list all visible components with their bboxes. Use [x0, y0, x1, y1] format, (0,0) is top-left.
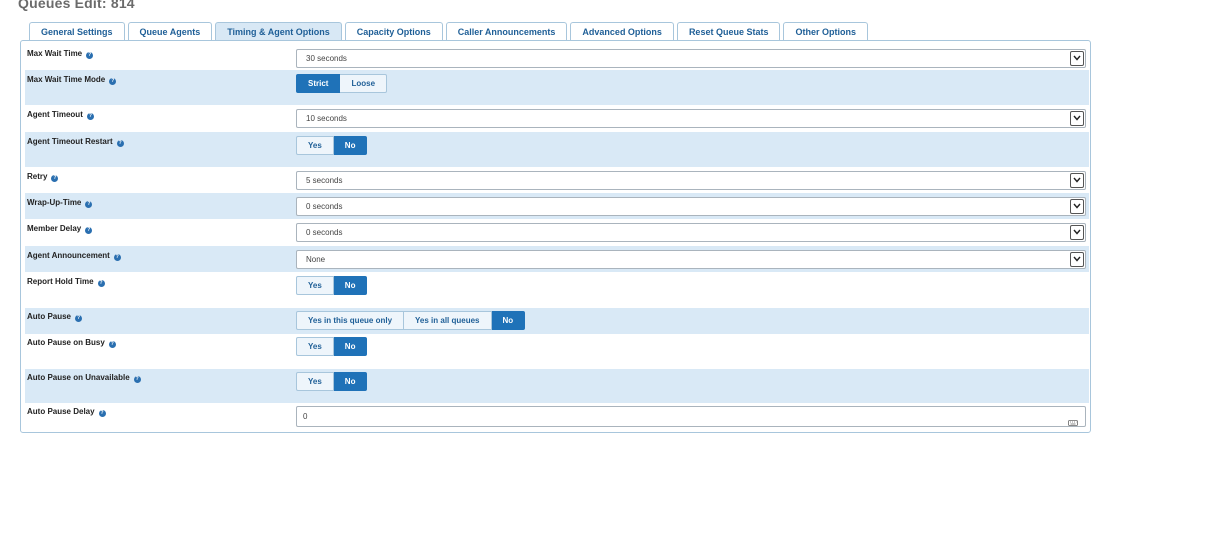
help-question-icon[interactable]: ? [116, 140, 124, 147]
tab-timing-agent-options[interactable]: Timing & Agent Options [215, 22, 342, 42]
no-button[interactable]: No [491, 311, 526, 330]
auto-pause-unavailable-toggle: Yes No [296, 372, 368, 391]
field-label: Auto Pause Delay [27, 407, 95, 416]
tab-general-settings[interactable]: General Settings [29, 22, 125, 42]
keyboard-icon[interactable] [1068, 413, 1078, 431]
help-question-icon[interactable]: ? [133, 376, 141, 383]
no-button[interactable]: No [333, 276, 368, 295]
auto-pause-busy-toggle: Yes No [296, 337, 368, 356]
help-question-icon[interactable]: ? [97, 280, 105, 287]
tab-queue-agents[interactable]: Queue Agents [127, 22, 213, 42]
max-wait-time-select[interactable]: 30 seconds [296, 49, 1086, 68]
row-auto-pause-busy: Auto Pause on Busy? Yes No [25, 334, 1089, 369]
auto-pause-toggle: Yes in this queue only Yes in all queues… [296, 311, 526, 330]
tab-caller-announcements[interactable]: Caller Announcements [445, 22, 568, 42]
auto-pause-delay-input[interactable]: 0 [296, 406, 1086, 427]
select-value: 10 seconds [306, 114, 347, 123]
chevron-down-icon[interactable] [1070, 111, 1084, 126]
row-auto-pause-delay: Auto Pause Delay? 0 [25, 403, 1089, 431]
help-question-icon[interactable]: ? [86, 52, 94, 59]
row-agent-announcement: Agent Announcement? None [25, 246, 1089, 272]
row-wrap-up-time: Wrap-Up-Time? 0 seconds [25, 193, 1089, 219]
report-hold-time-toggle: Yes No [296, 276, 368, 295]
row-member-delay: Member Delay? 0 seconds [25, 219, 1089, 246]
select-value: 0 seconds [306, 228, 343, 237]
help-question-icon[interactable]: ? [98, 410, 106, 417]
help-question-icon[interactable]: ? [85, 227, 93, 234]
retry-select[interactable]: 5 seconds [296, 171, 1086, 190]
settings-panel: Max Wait Time? 30 seconds Max Wait Time … [20, 40, 1091, 433]
yes-button[interactable]: Yes [296, 337, 334, 356]
yes-button[interactable]: Yes [296, 276, 334, 295]
select-value: 30 seconds [306, 54, 347, 63]
help-question-icon[interactable]: ? [51, 175, 59, 182]
select-value: None [306, 255, 326, 264]
help-question-icon[interactable]: ? [75, 315, 83, 322]
max-wait-time-mode-toggle: Strict Loose [296, 74, 388, 93]
row-agent-timeout: Agent Timeout? 10 seconds [25, 105, 1089, 132]
field-label: Agent Announcement [27, 251, 110, 260]
strict-button[interactable]: Strict [296, 74, 341, 93]
chevron-down-icon[interactable] [1070, 252, 1084, 267]
select-value: 0 seconds [306, 202, 343, 211]
help-question-icon[interactable]: ? [86, 113, 94, 120]
row-report-hold-time: Report Hold Time? Yes No [25, 272, 1089, 308]
yes-in-this-queue-button[interactable]: Yes in this queue only [296, 311, 405, 330]
tab-reset-queue-stats[interactable]: Reset Queue Stats [676, 22, 781, 42]
no-button[interactable]: No [333, 372, 368, 391]
field-label: Auto Pause [27, 312, 72, 321]
select-value: 5 seconds [306, 176, 343, 185]
field-label: Report Hold Time [27, 277, 94, 286]
chevron-down-icon[interactable] [1070, 225, 1084, 240]
field-label: Max Wait Time [27, 49, 83, 58]
field-label: Agent Timeout [27, 110, 83, 119]
row-max-wait-time: Max Wait Time? 30 seconds [25, 45, 1089, 71]
row-retry: Retry? 5 seconds [25, 167, 1089, 193]
tab-other-options[interactable]: Other Options [783, 22, 868, 42]
member-delay-select[interactable]: 0 seconds [296, 223, 1086, 242]
agent-announcement-select[interactable]: None [296, 250, 1086, 269]
row-max-wait-time-mode: Max Wait Time Mode? Strict Loose [25, 70, 1089, 105]
help-question-icon[interactable]: ? [108, 341, 116, 348]
chevron-down-icon[interactable] [1070, 51, 1084, 66]
page-title: Queues Edit: 814 [18, 0, 135, 11]
tab-advanced-options[interactable]: Advanced Options [570, 22, 674, 42]
help-question-icon[interactable]: ? [109, 78, 117, 85]
loose-button[interactable]: Loose [340, 74, 388, 93]
help-question-icon[interactable]: ? [85, 201, 93, 208]
field-label: Auto Pause on Busy [27, 338, 105, 347]
row-auto-pause: Auto Pause? Yes in this queue only Yes i… [25, 308, 1089, 334]
field-label: Agent Timeout Restart [27, 137, 113, 146]
field-label: Auto Pause on Unavailable [27, 373, 130, 382]
chevron-down-icon[interactable] [1070, 173, 1084, 188]
row-agent-timeout-restart: Agent Timeout Restart? Yes No [25, 132, 1089, 167]
yes-button[interactable]: Yes [296, 372, 334, 391]
field-label: Retry [27, 172, 48, 181]
input-value: 0 [303, 412, 308, 421]
field-label: Member Delay [27, 224, 82, 233]
yes-button[interactable]: Yes [296, 136, 334, 155]
help-question-icon[interactable]: ? [113, 254, 121, 261]
no-button[interactable]: No [333, 136, 368, 155]
chevron-down-icon[interactable] [1070, 199, 1084, 214]
no-button[interactable]: No [333, 337, 368, 356]
agent-timeout-select[interactable]: 10 seconds [296, 109, 1086, 128]
row-auto-pause-unavailable: Auto Pause on Unavailable? Yes No [25, 369, 1089, 403]
wrap-up-time-select[interactable]: 0 seconds [296, 197, 1086, 216]
agent-timeout-restart-toggle: Yes No [296, 136, 368, 155]
field-label: Wrap-Up-Time [27, 198, 82, 207]
tab-capacity-options[interactable]: Capacity Options [344, 22, 443, 42]
yes-in-all-queues-button[interactable]: Yes in all queues [404, 311, 492, 330]
tab-bar: General Settings Queue Agents Timing & A… [29, 22, 871, 42]
field-label: Max Wait Time Mode [27, 75, 106, 84]
